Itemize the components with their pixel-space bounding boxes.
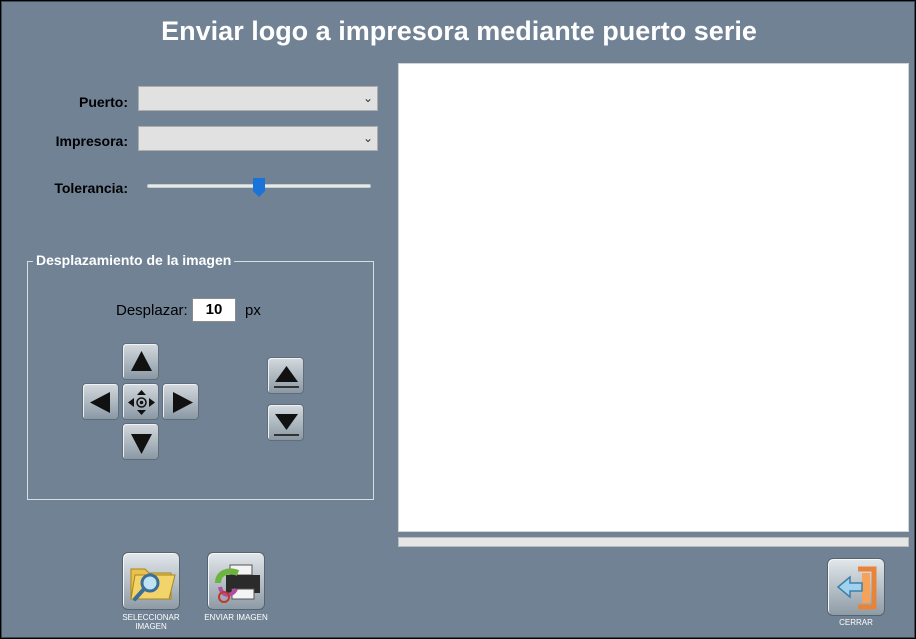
tolerancia-slider-thumb[interactable] — [253, 178, 265, 197]
select-image-button[interactable] — [122, 552, 180, 610]
desplazar-input[interactable]: 10 — [192, 298, 236, 322]
app-window: Enviar logo a impresora mediante puerto … — [1, 1, 915, 638]
image-preview — [398, 63, 909, 532]
chevron-down-icon: ⌄ — [362, 91, 373, 105]
send-image-button[interactable] — [207, 552, 265, 610]
move-down-button[interactable] — [122, 423, 159, 460]
offset-group — [27, 261, 374, 500]
offset-group-legend: Desplazamiento de la imagen — [33, 252, 235, 268]
move-top-button[interactable] — [267, 357, 304, 394]
move-left-button[interactable] — [82, 383, 119, 420]
impresora-select[interactable]: ⌄ — [138, 126, 378, 151]
move-right-button[interactable] — [162, 383, 199, 420]
close-caption: CERRAR — [839, 618, 873, 627]
desplazar-label: Desplazar: — [116, 302, 188, 319]
desplazar-unit: px — [245, 302, 261, 319]
arrow-left-icon — [90, 392, 110, 413]
center-button[interactable] — [122, 383, 159, 420]
puerto-label: Puerto: — [79, 94, 128, 110]
chevron-down-icon: ⌄ — [362, 131, 373, 145]
printer-send-icon — [215, 564, 260, 603]
arrow-down-icon — [274, 414, 299, 436]
exit-door-icon — [836, 566, 877, 610]
arrow-down-icon — [131, 434, 152, 454]
close-button[interactable] — [827, 558, 885, 616]
send-progress-bar — [398, 537, 909, 547]
move-up-button[interactable] — [122, 343, 159, 380]
tolerancia-label: Tolerancia: — [54, 180, 128, 196]
window-title: Enviar logo a impresora mediante puerto … — [161, 16, 757, 46]
arrow-up-icon — [274, 366, 299, 388]
impresora-label: Impresora: — [55, 133, 128, 149]
center-icon — [128, 390, 155, 415]
select-image-caption: SELECCIONAR IMAGEN — [122, 613, 180, 631]
arrow-up-icon — [131, 351, 152, 371]
send-image-caption: ENVIAR IMAGEN — [204, 613, 268, 622]
arrow-right-icon — [173, 392, 193, 413]
puerto-select[interactable]: ⌄ — [138, 86, 378, 111]
folder-search-icon — [130, 568, 176, 601]
move-bottom-button[interactable] — [267, 404, 304, 441]
